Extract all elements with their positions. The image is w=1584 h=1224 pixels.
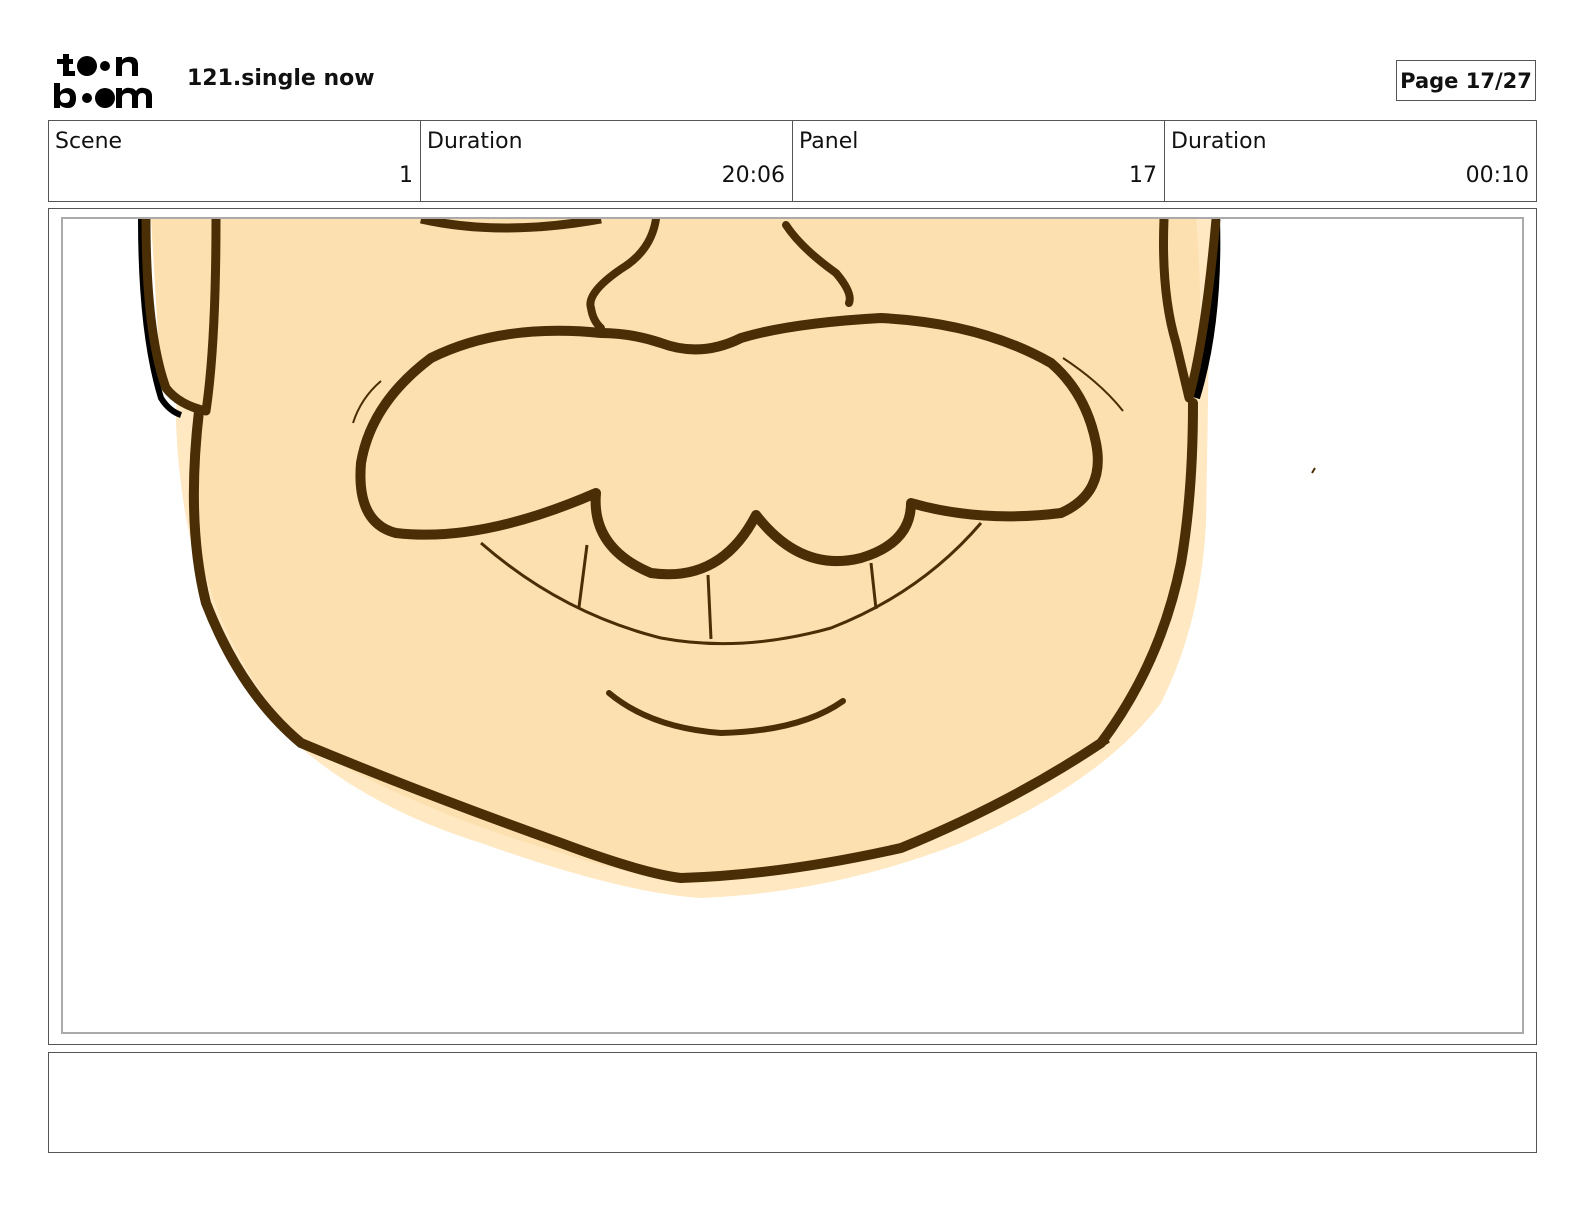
panel-cell: Panel 17 [793,121,1165,201]
toonboom-logo-icon [54,54,152,108]
toonboom-logo [52,50,164,112]
scene-duration-value: 20:06 [721,163,785,188]
document-title: 121.single now [187,66,375,91]
scene-label: Scene [55,129,123,154]
info-table: Scene 1 Duration 20:06 Panel 17 Duration… [48,120,1537,202]
panel-duration-label: Duration [1171,129,1267,154]
panel-image [61,217,1524,1034]
scene-duration-cell: Duration 20:06 [421,121,793,201]
scene-value: 1 [399,163,413,188]
panel-value: 17 [1129,163,1157,188]
cartoon-face-closeup-icon [138,219,1316,898]
panel-duration-value: 00:10 [1465,163,1529,188]
scene-cell: Scene 1 [49,121,421,201]
page-indicator: Page 17/27 [1396,60,1536,101]
panel-label: Panel [799,129,859,154]
panel-notes-area[interactable] [48,1052,1537,1153]
panel-duration-cell: Duration 00:10 [1165,121,1536,201]
scene-duration-label: Duration [427,129,523,154]
panel-frame [48,208,1537,1045]
